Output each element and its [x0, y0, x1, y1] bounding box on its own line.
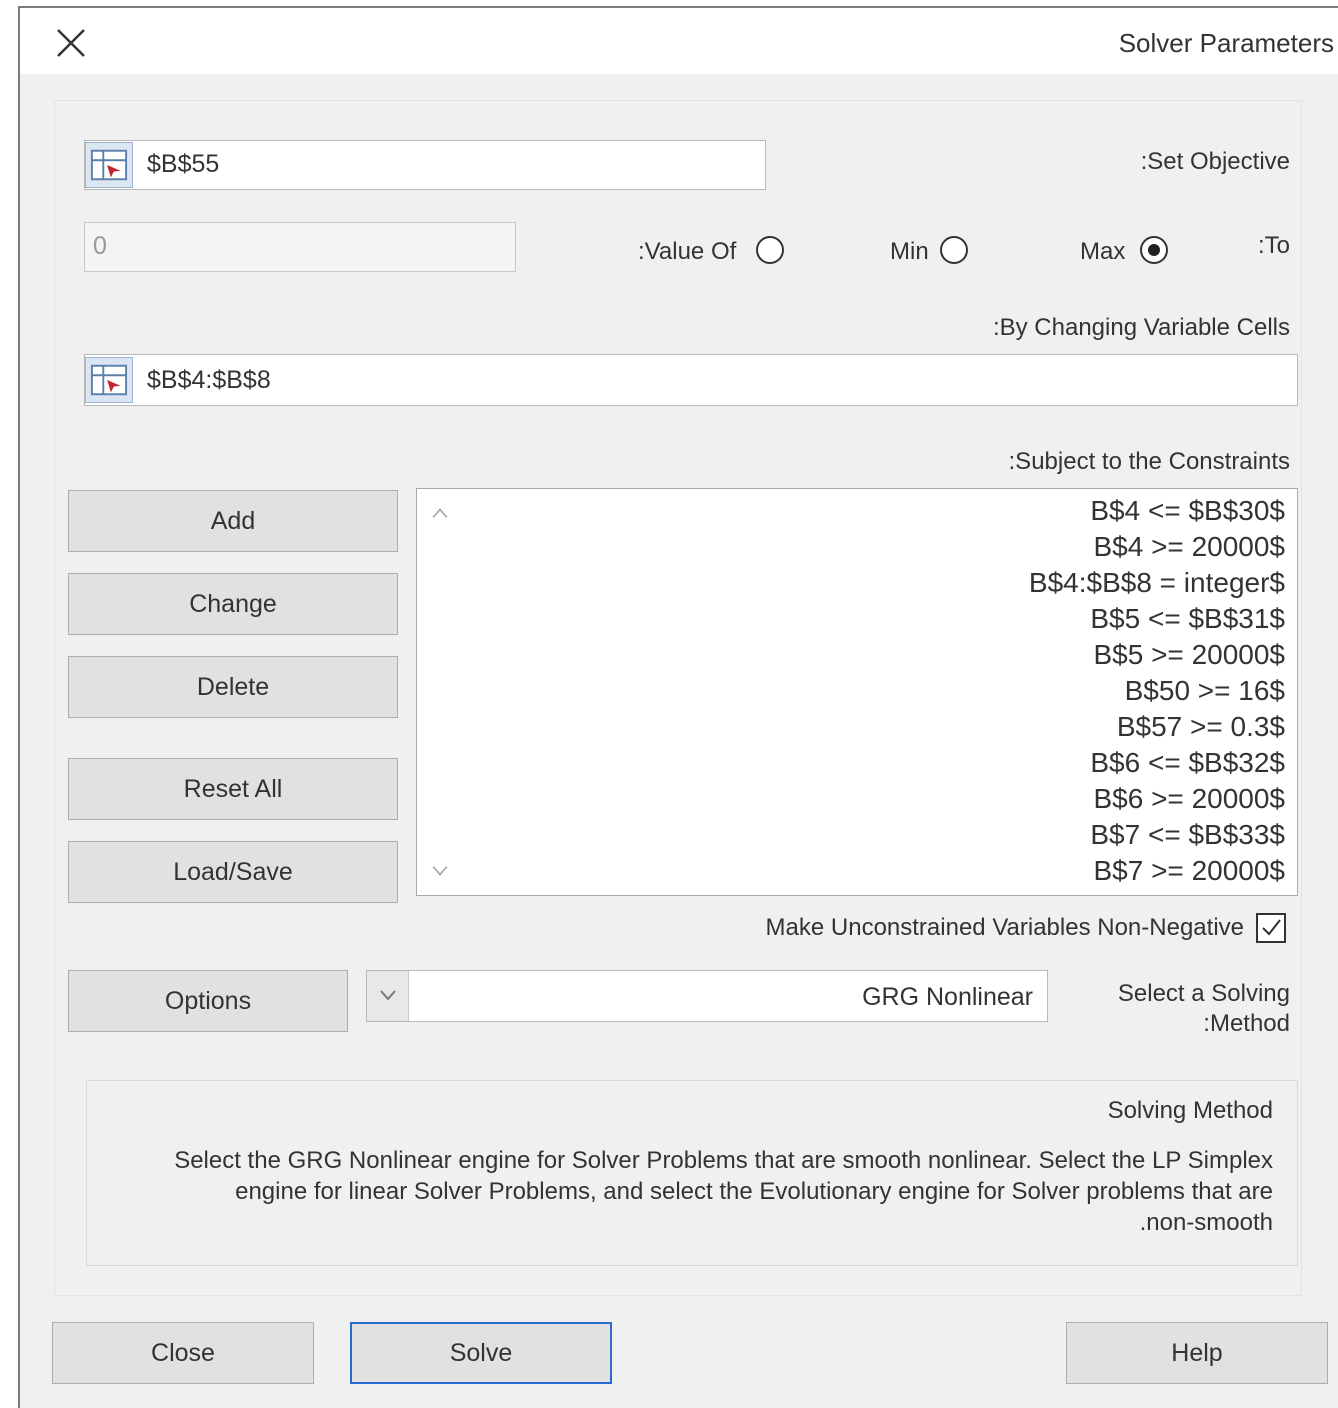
solving-method-label-1: Select a Solving	[1117, 980, 1290, 1007]
solving-method-value: GRG Nonlinear	[862, 983, 1033, 1011]
constraint-item[interactable]: B$7 <= $B$33$	[1090, 819, 1285, 851]
min-label: Min	[890, 238, 929, 265]
dropdown-button[interactable]	[367, 971, 409, 1021]
info-line-1: Select the GRG Nonlinear engine for Solv…	[174, 1147, 1273, 1174]
constraints-label: :Subject to the Constraints	[1008, 448, 1290, 475]
reset-all-button[interactable]: Reset All	[68, 758, 398, 820]
change-button[interactable]: Change	[68, 573, 398, 635]
constraint-item[interactable]: B$4 <= $B$30$	[1090, 495, 1285, 527]
value-of-label: :Value Of	[638, 238, 737, 265]
objective-input[interactable]: $B$55	[84, 140, 766, 190]
scroll-down-icon[interactable]	[431, 865, 449, 877]
constraint-item[interactable]: B$4 >= 20000$	[1093, 531, 1285, 563]
max-radio[interactable]	[1140, 236, 1168, 264]
changing-cells-value: $B$4:$B$8	[147, 366, 271, 394]
scroll-up-icon[interactable]	[431, 507, 449, 519]
check-icon	[1262, 919, 1281, 936]
constraint-item[interactable]: B$6 >= 20000$	[1093, 783, 1285, 815]
objective-value: $B$55	[147, 150, 220, 178]
range-select-icon	[90, 149, 128, 181]
constraint-item[interactable]: B$6 <= $B$32$	[1090, 747, 1285, 779]
set-objective-label: :Set Objective	[1140, 148, 1290, 175]
constraint-item[interactable]: B$4:$B$8 = integer$	[1029, 567, 1285, 599]
value-of-radio[interactable]	[756, 236, 784, 264]
range-select-icon	[90, 364, 128, 396]
to-label: :To	[1257, 232, 1290, 259]
constraint-item[interactable]: B$5 <= $B$31$	[1090, 603, 1285, 635]
title-bar: Solver Parameters	[20, 8, 1338, 74]
add-button[interactable]: Add	[68, 490, 398, 552]
constraint-item[interactable]: B$5 >= 20000$	[1093, 639, 1285, 671]
max-label: Max	[1080, 238, 1126, 265]
constraint-item[interactable]: B$57 >= 0.3$	[1117, 711, 1285, 743]
help-button[interactable]: Help	[1066, 1322, 1328, 1384]
options-button[interactable]: Options	[68, 970, 348, 1032]
delete-button[interactable]: Delete	[68, 656, 398, 718]
info-line-3: .non-smooth	[1139, 1209, 1273, 1236]
nonneg-checkbox[interactable]	[1256, 913, 1286, 943]
close-button[interactable]: Close	[52, 1322, 314, 1384]
value-of-input[interactable]: 0	[84, 222, 516, 272]
value-of-value: 0	[93, 232, 107, 260]
solving-method-label-2: :Method	[1203, 1010, 1290, 1037]
changing-cells-input[interactable]: $B$4:$B$8	[84, 354, 1298, 406]
solving-method-info: Solving Method Select the GRG Nonlinear …	[86, 1080, 1298, 1266]
solving-method-select[interactable]: GRG Nonlinear	[366, 970, 1048, 1022]
constraints-list[interactable]: B$4 <= $B$30$ B$4 >= 20000$ B$4:$B$8 = i…	[416, 488, 1298, 896]
chevron-down-icon	[380, 990, 396, 1001]
changing-cells-ref-button[interactable]	[85, 357, 133, 403]
solve-button[interactable]: Solve	[350, 1322, 612, 1384]
window-title: Solver Parameters	[1118, 28, 1334, 58]
info-line-2: engine for linear Solver Problems, and s…	[235, 1178, 1273, 1205]
load-save-button[interactable]: Load/Save	[68, 841, 398, 903]
constraint-item[interactable]: B$7 >= 20000$	[1093, 855, 1285, 887]
nonneg-label: Make Unconstrained Variables Non-Negativ…	[765, 914, 1244, 941]
close-icon[interactable]	[54, 26, 88, 60]
min-radio[interactable]	[940, 236, 968, 264]
info-description: Select the GRG Nonlinear engine for Solv…	[93, 1145, 1273, 1238]
max-radio-selected-dot	[1148, 244, 1160, 256]
info-title: Solving Method	[1107, 1097, 1273, 1124]
objective-ref-button[interactable]	[85, 142, 133, 188]
constraint-item[interactable]: B$50 >= 16$	[1125, 675, 1285, 707]
changing-cells-label: :By Changing Variable Cells	[992, 314, 1290, 341]
